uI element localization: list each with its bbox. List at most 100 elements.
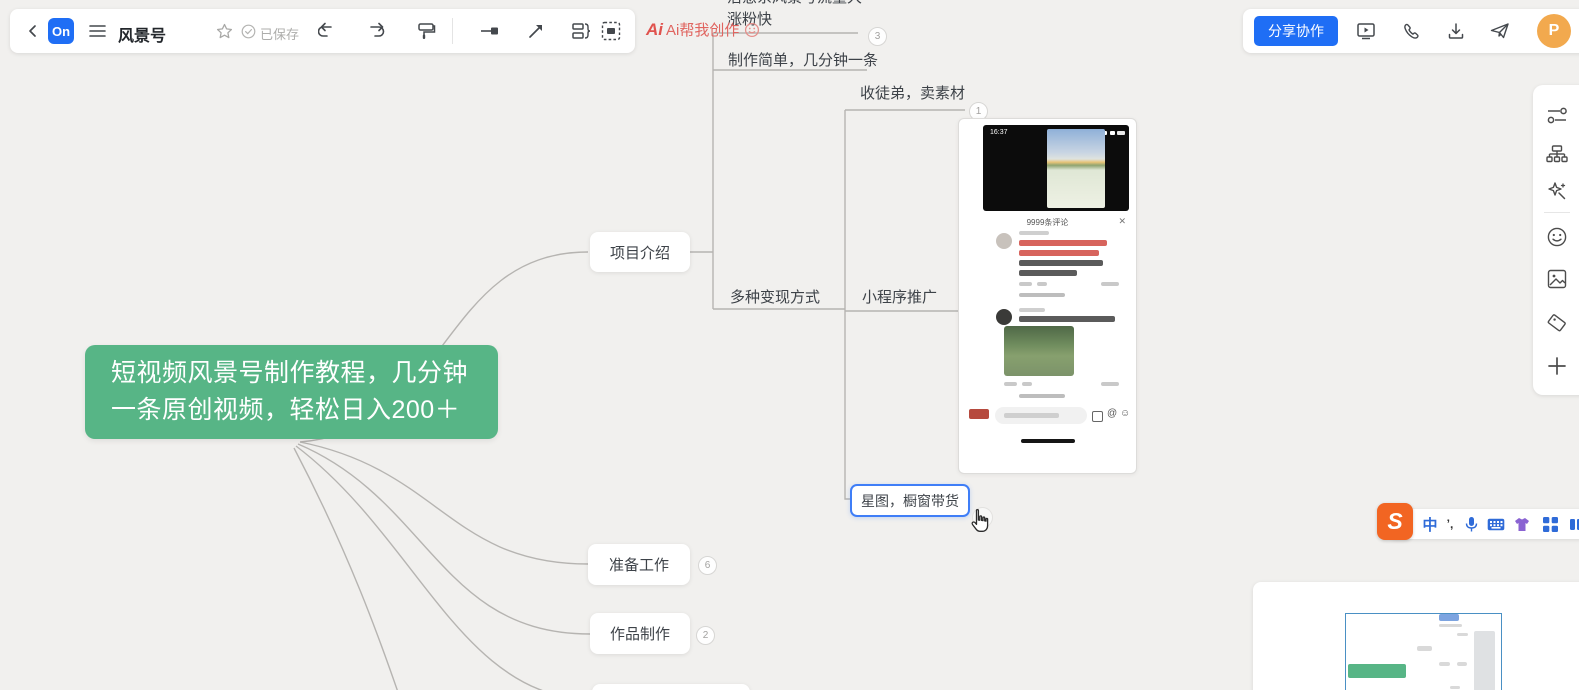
node-apprentice[interactable]: 收徒弟，卖素材 <box>860 82 965 103</box>
input-placeholder-bar <box>1004 413 1059 418</box>
ime-toolbox-icon[interactable] <box>1540 511 1560 537</box>
expand-replies-placeholder <box>1019 394 1065 398</box>
like-count-placeholder <box>1101 282 1119 286</box>
node-flow-line1: 治愈系风景号流量大 <box>727 0 862 9</box>
beautify-magic-icon[interactable] <box>1544 178 1570 204</box>
sogou-logo[interactable]: S <box>1377 503 1413 540</box>
badge-prepare[interactable]: 6 <box>698 556 717 575</box>
node-easy[interactable]: 制作简单，几分钟一条 <box>728 49 878 70</box>
share-collab-button[interactable]: 分享协作 <box>1254 16 1338 46</box>
favorite-star-icon[interactable] <box>212 18 236 44</box>
likes-placeholder <box>1019 282 1032 286</box>
node-prepare[interactable]: 准备工作 <box>588 544 690 585</box>
badge-flow[interactable]: 3 <box>868 27 887 46</box>
undo-button[interactable] <box>313 17 341 45</box>
comment2-username-placeholder <box>1019 308 1045 312</box>
comment-input <box>995 407 1087 424</box>
connector-line-button[interactable] <box>476 17 504 45</box>
comment2-avatar <box>996 309 1012 325</box>
root-text-line2: 一条原创视频，轻松日入200＋ <box>111 396 461 424</box>
node-intro[interactable]: 项目介绍 <box>590 232 690 272</box>
wifi-icon <box>1110 131 1115 135</box>
node-xingtu[interactable]: 星图，橱窗带货 <box>850 484 970 517</box>
on-logo[interactable]: On <box>48 18 74 44</box>
saved-status: 已保存 <box>260 27 300 42</box>
reply-placeholder <box>1037 282 1047 286</box>
minimap-node <box>1457 662 1467 666</box>
node-style-icon[interactable] <box>1544 103 1570 129</box>
minimap-viewport[interactable] <box>1345 613 1502 690</box>
mention-icon: @ <box>1107 408 1118 419</box>
likes-placeholder <box>1004 382 1017 386</box>
saved-check-icon <box>240 20 257 42</box>
presentation-button[interactable] <box>1352 17 1380 45</box>
mouse-cursor <box>971 508 989 532</box>
insert-image-icon[interactable] <box>1544 266 1570 292</box>
emoji-icon[interactable] <box>1544 224 1570 250</box>
minimap-node <box>1450 686 1460 689</box>
ai-smiley-icon <box>745 22 760 37</box>
comment1-text-placeholder <box>1019 250 1099 256</box>
ime-punctuation[interactable]: ’, <box>1442 511 1458 537</box>
node-miniprogram[interactable]: 小程序推广 <box>862 286 937 307</box>
ime-keyboard-icon[interactable] <box>1485 511 1507 537</box>
badge-produce[interactable]: 2 <box>696 626 715 645</box>
call-button[interactable] <box>1397 17 1425 45</box>
toolbar-divider <box>452 18 453 44</box>
minimap-image-node <box>1474 631 1495 690</box>
comments-title: 9999条评论 <box>1026 218 1069 227</box>
comment1-text-placeholder <box>1019 240 1107 246</box>
minimap-panel[interactable] <box>1253 582 1579 690</box>
input-avatar <box>969 409 989 419</box>
comment2-image <box>1004 326 1074 376</box>
format-painter-button[interactable] <box>412 17 440 45</box>
document-title[interactable]: 风景号 <box>118 22 166 46</box>
ai-logo: Ai <box>646 19 663 39</box>
comment1-text-placeholder <box>1019 260 1103 266</box>
user-avatar[interactable]: P <box>1537 14 1571 48</box>
attached-image-node[interactable]: 16:37 9999条评论 ✕ @ ☺ <box>958 118 1137 474</box>
node-produce[interactable]: 作品制作 <box>590 613 690 654</box>
node-partial-bottom[interactable] <box>592 684 750 690</box>
ai-create-button[interactable]: Ai Ai帮我创作 <box>646 19 760 40</box>
back-button[interactable] <box>20 17 46 45</box>
video-thumbnail <box>1047 129 1105 208</box>
minimap-node <box>1439 624 1462 627</box>
battery-icon <box>1117 131 1125 135</box>
add-plus-icon[interactable] <box>1544 353 1570 379</box>
whiteboard-canvas[interactable]: 短视频风景号制作教程，几分钟 一条原创视频，轻松日入200＋ 治愈系风景号流量大… <box>0 0 1579 690</box>
arrow-button[interactable] <box>522 17 550 45</box>
download-button[interactable] <box>1442 17 1470 45</box>
phone-time: 16:37 <box>990 129 1008 136</box>
frame-button[interactable] <box>597 17 625 45</box>
emoji-input-icon: ☺ <box>1120 408 1131 419</box>
comment1-avatar <box>996 233 1012 249</box>
minimap-root-node <box>1348 664 1406 678</box>
ime-more-icon[interactable] <box>1568 511 1579 537</box>
reply-placeholder <box>1022 382 1032 386</box>
summary-bracket-button[interactable] <box>567 17 595 45</box>
root-text-line1: 短视频风景号制作教程，几分钟 <box>111 359 469 387</box>
ime-chinese-mode[interactable]: 中 <box>1420 511 1440 537</box>
menu-button[interactable] <box>84 17 110 45</box>
home-indicator <box>1021 439 1075 443</box>
sidebar-divider <box>1544 212 1570 213</box>
tag-icon[interactable] <box>1544 310 1570 336</box>
ai-create-label: Ai帮我创作 <box>666 22 740 39</box>
phone-video-area: 16:37 <box>983 125 1129 211</box>
mindmap-root-node[interactable]: 短视频风景号制作教程，几分钟 一条原创视频，轻松日入200＋ <box>85 345 498 439</box>
ime-skin-icon[interactable] <box>1512 511 1532 537</box>
redo-button[interactable] <box>362 17 390 45</box>
image-upload-icon <box>1092 411 1103 422</box>
minimap-node <box>1417 646 1432 651</box>
comment2-text-placeholder <box>1019 316 1115 322</box>
minimap-node <box>1457 633 1468 636</box>
ime-microphone-icon[interactable] <box>1462 511 1480 537</box>
minimap-node <box>1439 662 1450 666</box>
expand-replies-placeholder <box>1019 293 1065 297</box>
like-count-placeholder <box>1101 382 1119 386</box>
node-monetize[interactable]: 多种变现方式 <box>730 286 820 307</box>
send-button[interactable] <box>1486 17 1514 45</box>
minimap-node <box>1439 614 1459 621</box>
structure-layout-icon[interactable] <box>1544 142 1570 168</box>
